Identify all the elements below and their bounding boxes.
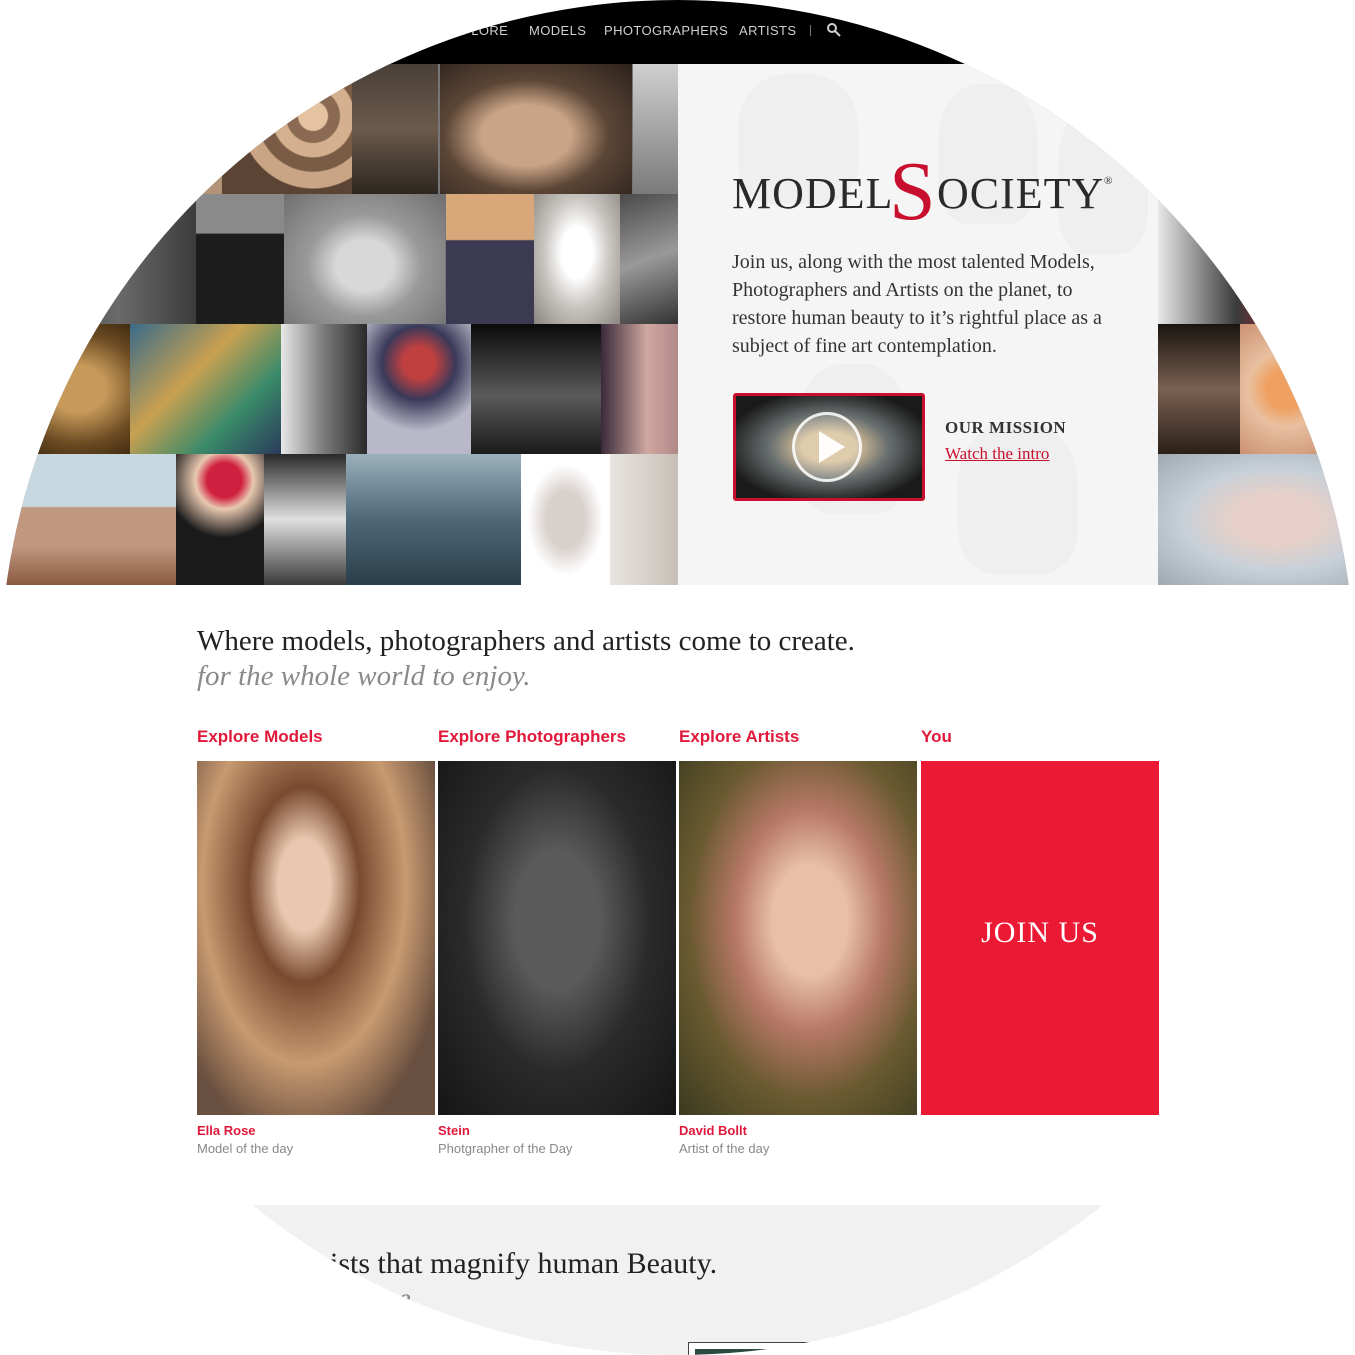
gallery-thumbnail[interactable] <box>0 194 196 324</box>
gallery-thumbnail[interactable] <box>367 324 471 454</box>
gallery-thumbnail[interactable] <box>1158 64 1355 194</box>
play-triangle <box>819 431 845 463</box>
play-icon[interactable] <box>792 412 862 482</box>
framed-artwork[interactable] <box>688 1342 840 1355</box>
gallery-thumbnail[interactable] <box>0 324 130 454</box>
bottom-title: …ists that magnify human Beauty. <box>300 1247 718 1280</box>
gallery-thumbnail[interactable] <box>346 454 521 585</box>
nav-item-explore[interactable]: EXPLORE <box>444 23 508 38</box>
explore-models-column: Explore Models Ella Rose Model of the da… <box>197 726 435 1156</box>
search-icon[interactable] <box>826 22 842 38</box>
top-navigation: EXPLORE MODELS PHOTOGRAPHERS ARTISTS <box>0 0 1355 64</box>
nav-item-artists[interactable]: ARTISTS <box>739 23 796 38</box>
gallery-thumbnail[interactable] <box>521 454 610 585</box>
tagline-main: Where models, photographers and artists … <box>197 625 855 657</box>
gallery-thumbnail[interactable] <box>446 194 534 324</box>
artist-of-day-name[interactable]: David Bollt <box>679 1123 747 1138</box>
gallery-thumbnail[interactable] <box>284 194 445 324</box>
gallery-thumbnail[interactable] <box>0 64 222 194</box>
gallery-thumbnail[interactable] <box>1240 324 1355 454</box>
gallery-thumbnail[interactable] <box>0 454 176 585</box>
gallery-thumbnail[interactable] <box>1158 324 1240 454</box>
gallery-thumbnail[interactable] <box>281 324 367 454</box>
gallery-thumbnail[interactable] <box>534 194 620 324</box>
framed-artwork-image <box>695 1349 833 1355</box>
circular-viewport: MODEL S OCIETY ® Join us, along with the… <box>0 0 1355 1355</box>
intro-video-thumbnail[interactable] <box>733 393 925 501</box>
gallery-thumbnail[interactable] <box>601 324 678 454</box>
explore-artists-link[interactable]: Explore Artists <box>679 726 917 761</box>
gallery-thumbnail[interactable] <box>196 194 284 324</box>
gallery-thumbnail[interactable] <box>471 324 601 454</box>
watch-intro-link[interactable]: Watch the intro <box>945 444 1049 464</box>
explore-photographers-link[interactable]: Explore Photographers <box>438 726 676 761</box>
model-of-day-name[interactable]: Ella Rose <box>197 1123 256 1138</box>
artist-of-day-image[interactable] <box>679 761 917 1115</box>
nav-item-photographers[interactable]: PHOTOGRAPHERS <box>604 23 728 38</box>
hero-intro-text: Join us, along with the most talented Mo… <box>732 251 1102 357</box>
gallery-thumbnail[interactable] <box>222 64 352 194</box>
gallery-thumbnail[interactable] <box>130 324 281 454</box>
logo-letter-s: S <box>889 145 936 238</box>
gallery-thumbnail[interactable] <box>440 64 632 194</box>
photographer-of-day-name[interactable]: Stein <box>438 1123 470 1138</box>
gallery-thumbnail[interactable] <box>1158 194 1355 324</box>
gallery-thumbnail[interactable] <box>633 64 678 194</box>
join-us-button[interactable]: JOIN US <box>921 761 1159 1115</box>
gallery-thumbnail[interactable] <box>1158 454 1355 585</box>
mission-title: OUR MISSION <box>945 418 1067 437</box>
gallery-thumbnail[interactable] <box>264 454 346 585</box>
logo-text-model: MODEL <box>732 169 894 218</box>
hero-section <box>0 64 1355 585</box>
explore-artists-column: Explore Artists David Bollt Artist of th… <box>679 726 917 1156</box>
you-heading: You <box>921 727 952 746</box>
you-column: You JOIN US <box>921 726 1159 1115</box>
registered-mark: ® <box>1104 175 1113 187</box>
model-of-day-caption: Model of the day <box>197 1141 294 1156</box>
photographer-of-day-caption: Photgrapher of the Day <box>438 1141 573 1156</box>
model-of-day-image[interactable] <box>197 761 435 1115</box>
gallery-thumbnail[interactable] <box>176 454 264 585</box>
tagline-sub: for the whole world to enjoy. <box>197 660 531 692</box>
gallery-thumbnail[interactable] <box>352 64 438 194</box>
nav-item-models[interactable]: MODELS <box>529 23 586 38</box>
logo-text-ociety: OCIETY <box>937 169 1105 218</box>
join-us-label: JOIN US <box>981 916 1099 949</box>
artist-of-day-caption: Artist of the day <box>679 1141 770 1156</box>
explore-models-link[interactable]: Explore Models <box>197 726 435 761</box>
gallery-thumbnail[interactable] <box>620 194 678 324</box>
bottom-subtitle: …r home <box>300 1282 411 1315</box>
nav-divider <box>810 25 811 36</box>
explore-photographers-column: Explore Photographers Stein Photgrapher … <box>438 726 676 1156</box>
photographer-of-day-image[interactable] <box>438 761 676 1115</box>
gallery-thumbnail[interactable] <box>610 454 678 585</box>
